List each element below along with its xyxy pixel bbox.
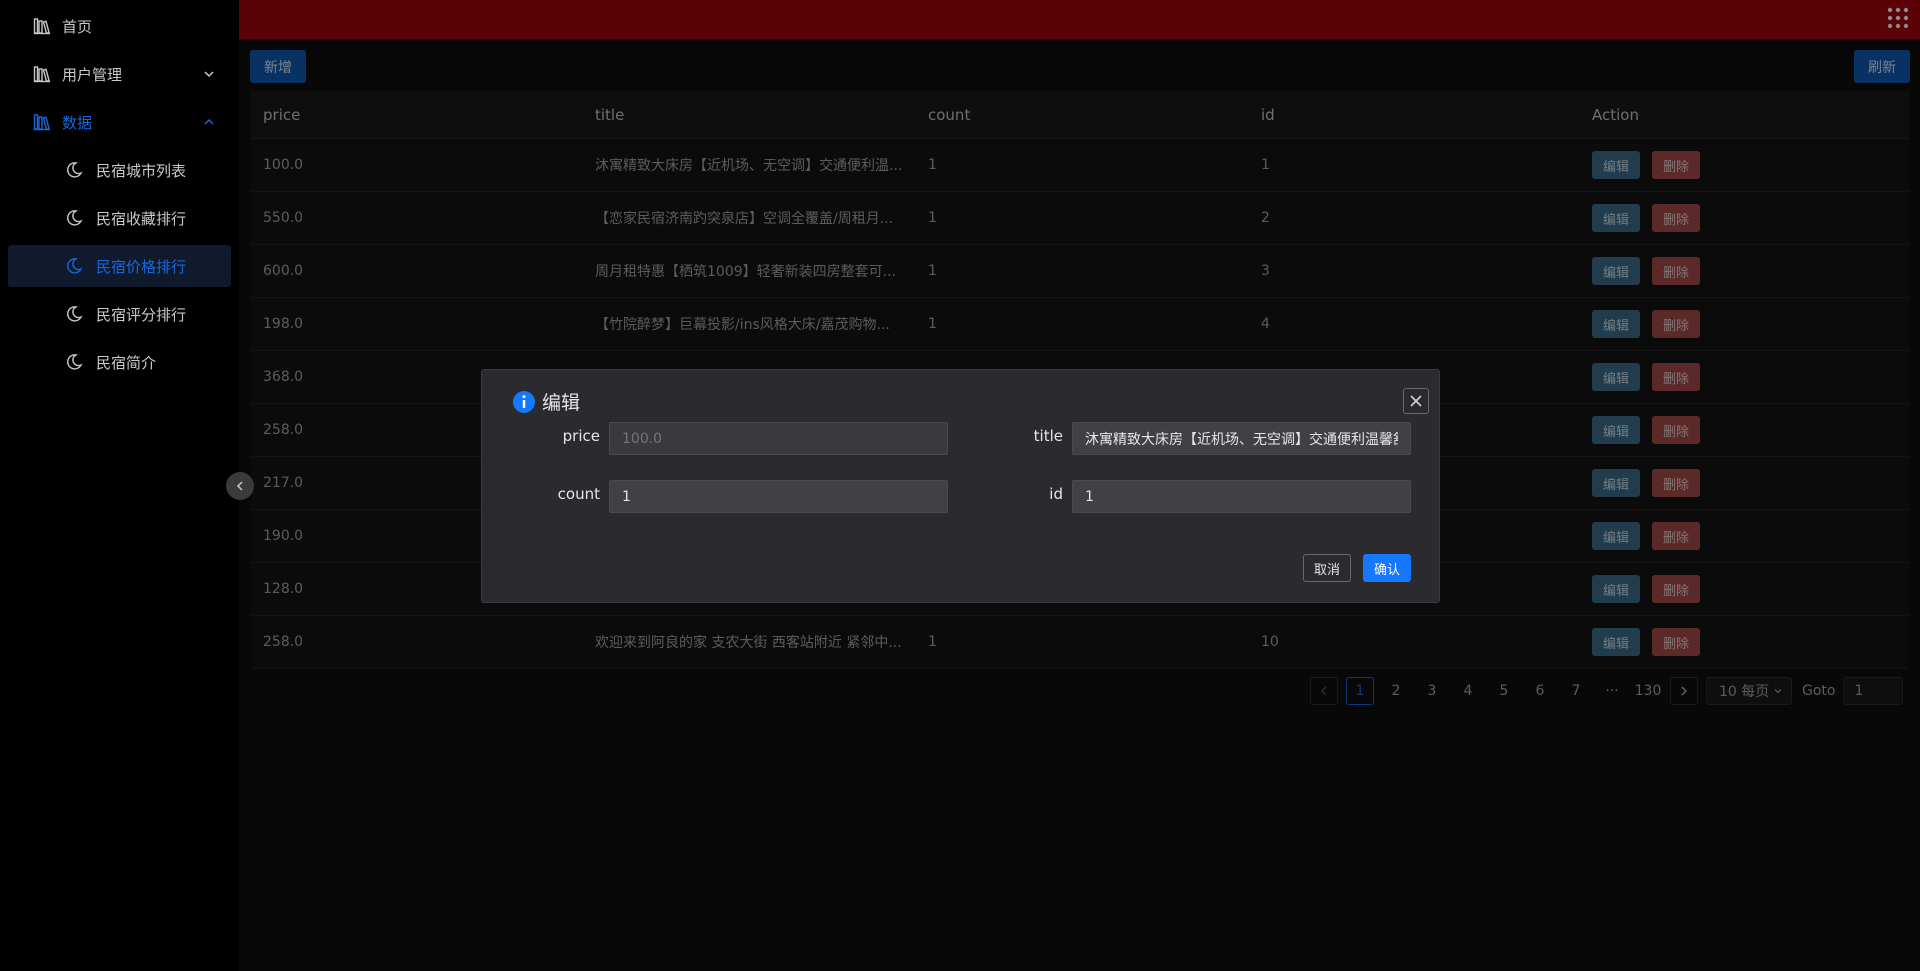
sidebar-subitem-city-list[interactable]: 民宿城市列表 (8, 149, 231, 191)
sidebar-subitem-label: 民宿城市列表 (96, 161, 187, 180)
sidebar-item-home[interactable]: 首页 (8, 5, 231, 47)
edit-modal: 编辑 price title count id 取消 确认 (481, 369, 1440, 603)
library-icon (32, 16, 52, 36)
cancel-button[interactable]: 取消 (1303, 554, 1351, 582)
count-label: count (557, 485, 600, 503)
library-icon (32, 112, 52, 132)
title-input[interactable] (1072, 422, 1411, 455)
library-icon (32, 64, 52, 84)
id-label: id (1049, 485, 1063, 503)
modal-title-text: 编辑 (542, 392, 581, 414)
moon-icon (64, 160, 84, 180)
sidebar-item-data[interactable]: 数据 (8, 101, 231, 143)
sidebar-item-label: 用户管理 (62, 65, 123, 84)
sidebar: 首页 用户管理 数据 民宿城市列表 民宿收藏排行 民宿价格排行 民宿评分排行 民… (0, 0, 239, 971)
sidebar-subitem-intro[interactable]: 民宿简介 (8, 341, 231, 383)
confirm-button[interactable]: 确认 (1363, 554, 1411, 582)
top-header (239, 0, 1920, 40)
moon-icon (64, 208, 84, 228)
chevron-down-icon (201, 66, 217, 82)
moon-icon (64, 256, 84, 276)
sidebar-subitem-label: 民宿收藏排行 (96, 209, 187, 228)
sidebar-collapse-button[interactable] (226, 472, 254, 500)
modal-title: 编辑 (512, 388, 580, 415)
count-input[interactable] (609, 480, 948, 513)
sidebar-subitem-favorites-rank[interactable]: 民宿收藏排行 (8, 197, 231, 239)
chevron-up-icon (201, 114, 217, 130)
title-label: title (1033, 427, 1063, 445)
sidebar-item-user-management[interactable]: 用户管理 (8, 53, 231, 95)
sidebar-subitem-rating-rank[interactable]: 民宿评分排行 (8, 293, 231, 335)
sidebar-subitem-label: 民宿价格排行 (96, 257, 187, 276)
moon-icon (64, 352, 84, 372)
chevron-left-icon (236, 481, 243, 491)
moon-icon (64, 304, 84, 324)
sidebar-subitem-label: 民宿简介 (96, 353, 157, 372)
close-icon (1410, 395, 1422, 407)
id-input[interactable] (1072, 480, 1411, 513)
sidebar-subitem-label: 民宿评分排行 (96, 305, 187, 324)
apps-grid-icon[interactable] (1886, 6, 1910, 30)
close-button[interactable] (1403, 388, 1429, 414)
info-icon (512, 390, 536, 414)
price-label: price (562, 427, 600, 445)
sidebar-subitem-price-rank[interactable]: 民宿价格排行 (8, 245, 231, 287)
sidebar-item-label: 首页 (62, 17, 93, 36)
sidebar-item-label: 数据 (62, 113, 93, 132)
price-input[interactable] (609, 422, 948, 455)
